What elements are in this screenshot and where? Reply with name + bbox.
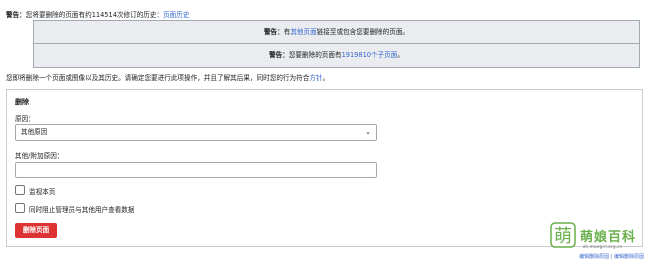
subpages-warning-prefix: 警告： <box>269 51 289 59</box>
history-warning-prefix: 警告： <box>6 11 26 19</box>
links-warning-box: 警告：有其他页面链接至或包含您要删除的页面。 <box>33 20 640 44</box>
reason-label: 原因： <box>15 115 35 123</box>
history-warning: 警告：您将要删除的页面有约114514次修订的历史：页面历史 <box>6 9 189 19</box>
watch-checkbox[interactable] <box>15 185 25 195</box>
reason-select-value: 其他原因 <box>21 128 48 136</box>
moegirl-logo-icon: 萌 <box>550 222 576 248</box>
subpages-link[interactable]: 1919810个子页面 <box>342 51 398 59</box>
reason-select[interactable]: 其他原因 ⌄ <box>15 124 377 141</box>
footer-link-2[interactable]: 编辑删除原因 <box>614 254 644 260</box>
delete-form-legend: 删除 <box>15 98 29 106</box>
subpages-warning-text-before: 您要删除的页面有 <box>288 51 342 59</box>
delete-description-suffix: 。 <box>322 74 330 82</box>
footer-link-1[interactable]: 编辑删除原因 <box>579 254 609 260</box>
suppress-checkbox-label: 同时阻止管理员与其他用户查看数据 <box>29 206 135 214</box>
delete-page-button[interactable]: 删除页面 <box>15 223 57 238</box>
delete-description: 您即将删除一个页面或图像以及其历史。请确定您要进行此项操作，并且了解其后果，同时… <box>6 72 329 82</box>
suppress-checkbox[interactable] <box>15 203 25 213</box>
policy-link[interactable]: 方针 <box>309 74 322 82</box>
other-reason-input[interactable] <box>15 162 377 178</box>
footer-links: 编辑删除原因 | 编辑删除原因 <box>579 253 644 260</box>
chevron-down-icon: ⌄ <box>365 128 371 136</box>
history-warning-text: 您将要删除的页面有约114514次修订的历史： <box>25 11 164 19</box>
subpages-warning-box: 警告：您要删除的页面有1919810个子页面。 <box>33 44 640 68</box>
watermark-url: zh.moegirl.org.cn <box>583 245 623 250</box>
links-warning-prefix: 警告： <box>263 28 284 36</box>
watch-checkbox-label: 监视本页 <box>29 188 56 196</box>
watermark-brand: 萌娘百科 <box>580 230 637 245</box>
other-reason-label: 其他/附加原因： <box>15 152 64 160</box>
svg-text:萌: 萌 <box>554 226 572 247</box>
other-pages-link[interactable]: 其他页面 <box>290 28 316 36</box>
delete-description-text: 您即将删除一个页面或图像以及其历史。请确定您要进行此项操作，并且了解其后果，同时… <box>6 74 310 82</box>
page-history-link[interactable]: 页面历史 <box>163 11 189 19</box>
subpages-warning-text-after: 。 <box>397 51 404 59</box>
links-warning-text-after: 链接至或包含您要删除的页面。 <box>316 28 410 36</box>
